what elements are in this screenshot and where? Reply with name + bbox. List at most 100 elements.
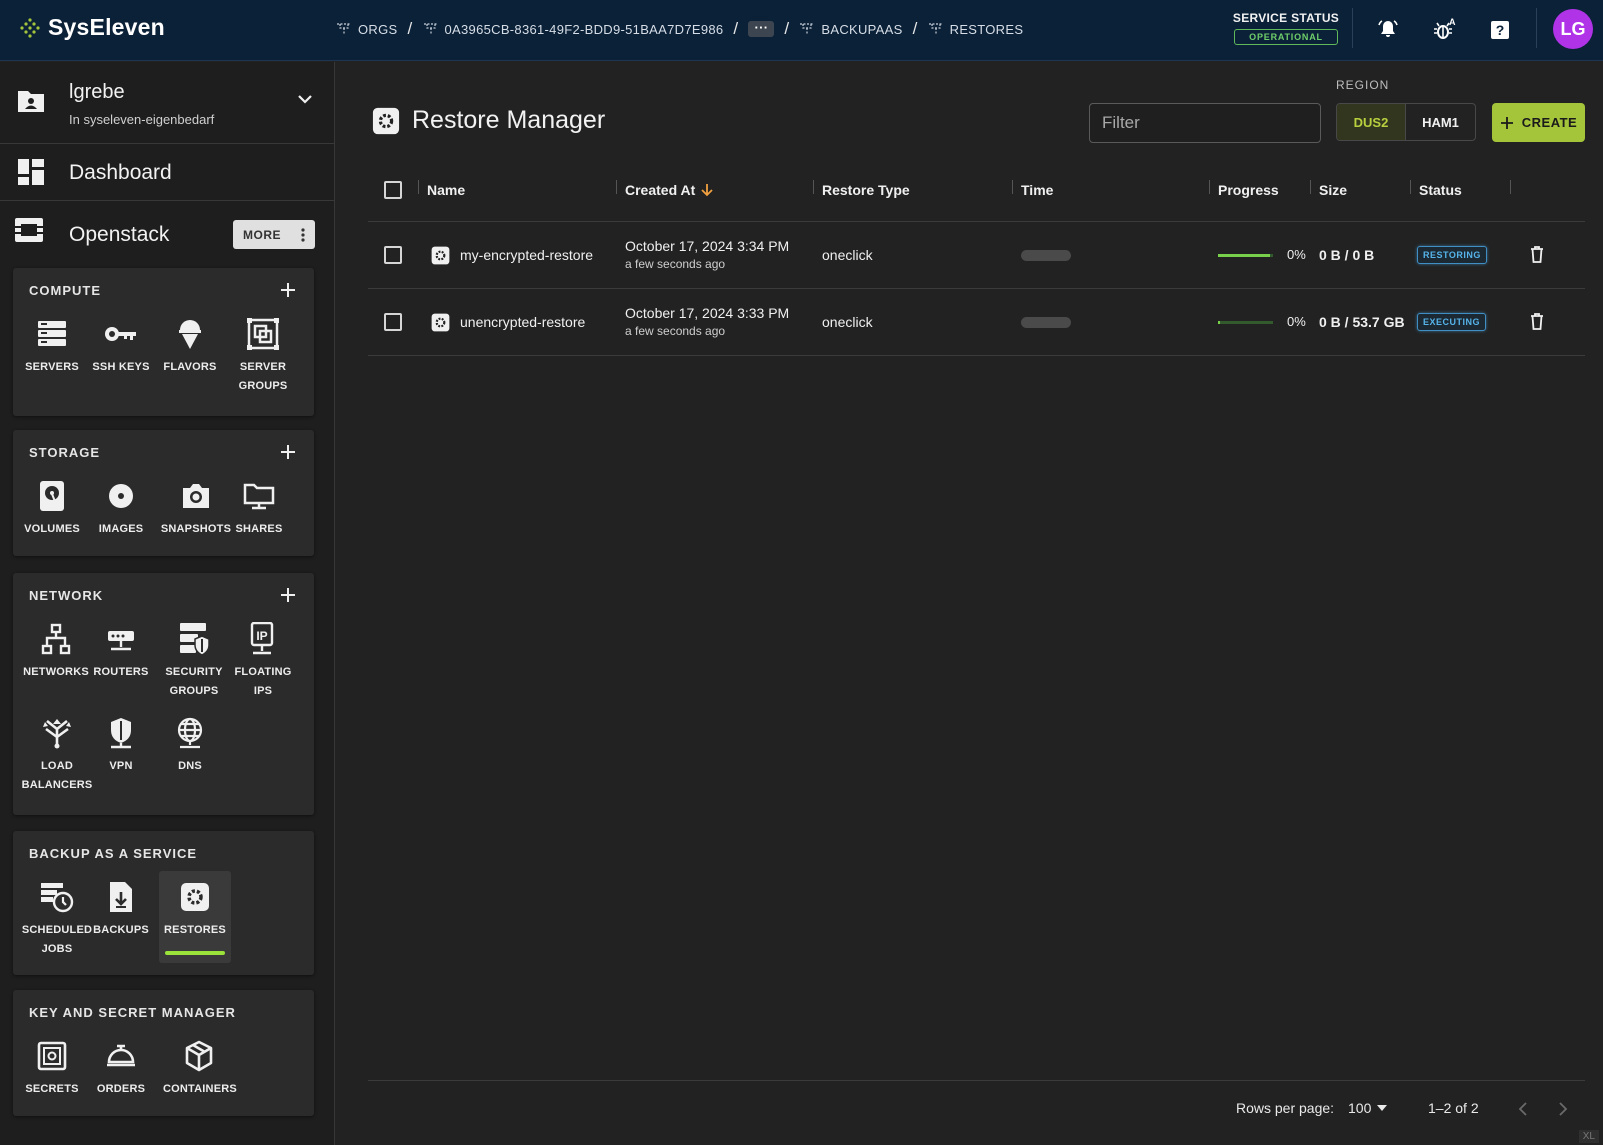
servers-icon — [34, 316, 70, 352]
tile-flavors[interactable]: FLAVORS — [154, 316, 226, 377]
progress-bar — [1218, 321, 1273, 324]
tile-vpn[interactable]: VPN — [85, 715, 157, 776]
user-name: lgrebe — [69, 81, 125, 103]
bug-report-icon[interactable]: A — [1430, 16, 1458, 44]
column-restore-type[interactable]: Restore Type — [822, 182, 910, 198]
tile-server-groups[interactable]: SERVER GROUPS — [227, 316, 299, 396]
column-progress[interactable]: Progress — [1218, 182, 1279, 198]
status-badge: EXECUTING — [1417, 313, 1487, 331]
row-checkbox[interactable] — [384, 246, 402, 264]
server-groups-icon — [245, 316, 281, 352]
created-at: October 17, 2024 3:34 PM a few seconds a… — [625, 238, 790, 271]
sidebar: lgrebe In syseleven-eigenbedarf Dashboar… — [0, 62, 335, 1145]
service-bell-icon — [103, 1038, 139, 1074]
arrow-down-icon — [701, 183, 713, 197]
hard-drive-icon — [34, 478, 70, 514]
notifications-bell-icon[interactable] — [1374, 16, 1402, 44]
tile-load-balancers[interactable]: LOAD BALANCERS — [21, 715, 93, 795]
tile-security-groups[interactable]: SECURITY GROUPS — [158, 621, 230, 701]
globe-icon — [172, 715, 208, 751]
tile-volumes[interactable]: VOLUMES — [16, 478, 88, 539]
add-compute-icon[interactable] — [278, 280, 298, 300]
breadcrumb-restores[interactable]: RESTORES — [928, 22, 1024, 37]
filter-input[interactable] — [1089, 103, 1321, 143]
size-value: 0 B / 0 B — [1319, 247, 1375, 263]
dashboard-icon — [17, 158, 45, 186]
container-box-icon — [181, 1038, 217, 1074]
avatar[interactable]: LG — [1553, 9, 1593, 49]
tile-containers[interactable]: CONTAINERS — [163, 1038, 237, 1099]
network-topology-icon — [38, 621, 74, 657]
more-button[interactable]: MORE — [233, 220, 315, 249]
openstack-label: Openstack — [69, 223, 170, 246]
load-balancer-icon — [39, 715, 75, 751]
tile-orders[interactable]: ORDERS — [85, 1038, 157, 1099]
shared-folder-icon — [241, 478, 277, 514]
tile-shares[interactable]: SHARES — [223, 478, 295, 539]
column-status[interactable]: Status — [1419, 182, 1462, 198]
service-status-badge: OPERATIONAL — [1234, 29, 1338, 45]
breadcrumb-orgs[interactable]: ORGS — [336, 22, 397, 37]
tile-restores[interactable]: RESTORES — [159, 871, 231, 963]
tile-servers[interactable]: SERVERS — [16, 316, 88, 377]
region-ham1-button[interactable]: HAM1 — [1406, 104, 1475, 140]
restore-name[interactable]: unencrypted-restore — [460, 314, 585, 330]
chevron-left-icon[interactable] — [1518, 1102, 1528, 1116]
chevron-right-icon[interactable] — [1558, 1102, 1568, 1116]
tile-snapshots[interactable]: SNAPSHOTS — [160, 478, 232, 539]
status-badge: RESTORING — [1417, 246, 1487, 264]
column-created-at[interactable]: Created At — [625, 182, 713, 198]
tile-backups[interactable]: BACKUPS — [85, 871, 157, 940]
delete-icon[interactable] — [1529, 312, 1545, 330]
tile-networks[interactable]: NETWORKS — [20, 621, 92, 682]
tile-floating-ips[interactable]: IP FLOATING IPS — [227, 621, 299, 701]
plus-icon — [1500, 116, 1514, 130]
create-button[interactable]: CREATE — [1492, 103, 1585, 142]
rows-per-page-select[interactable]: 100 — [1348, 1100, 1388, 1116]
column-time[interactable]: Time — [1021, 182, 1053, 198]
breadcrumb-collapsed[interactable]: ··· — [748, 21, 775, 37]
tile-dns[interactable]: DNS — [154, 715, 226, 776]
folder-user-icon — [16, 88, 46, 114]
table-row[interactable]: my-encrypted-restore October 17, 2024 3:… — [368, 222, 1585, 289]
camera-icon — [178, 478, 214, 514]
restore-gear-icon — [431, 313, 450, 332]
top-bar: SysEleven ORGS / 0A3965CB-8361-49F2-BDD9… — [0, 0, 1603, 61]
help-icon[interactable]: ? — [1486, 16, 1514, 44]
hierarchy-icon — [928, 22, 944, 36]
add-storage-icon[interactable] — [278, 442, 298, 462]
restore-name[interactable]: my-encrypted-restore — [460, 247, 593, 263]
org-switcher[interactable]: lgrebe In syseleven-eigenbedarf — [0, 62, 335, 144]
row-checkbox[interactable] — [384, 313, 402, 331]
tile-ssh-keys[interactable]: SSH KEYS — [85, 316, 157, 377]
service-status[interactable]: SERVICE STATUS OPERATIONAL — [1230, 11, 1342, 45]
settings-gear-icon — [372, 107, 400, 135]
floating-ip-icon: IP — [245, 621, 281, 657]
region-dus2-button[interactable]: DUS2 — [1337, 104, 1406, 140]
created-at: October 17, 2024 3:33 PM a few seconds a… — [625, 305, 790, 338]
select-all-checkbox[interactable] — [384, 181, 402, 199]
sidebar-item-dashboard[interactable]: Dashboard — [0, 145, 335, 201]
table-header: Name Created At Restore Type Time Progre… — [368, 158, 1585, 222]
column-name[interactable]: Name — [427, 182, 465, 198]
restore-gear-icon — [431, 246, 450, 265]
corner-watermark: XL — [1578, 1130, 1599, 1143]
table-row[interactable]: unencrypted-restore October 17, 2024 3:3… — [368, 289, 1585, 356]
delete-icon[interactable] — [1529, 245, 1545, 263]
vpn-shield-icon — [103, 715, 139, 751]
time-placeholder — [1021, 250, 1071, 261]
breadcrumb-org-id[interactable]: 0A3965CB-8361-49F2-BDD9-51BAA7D7E986 — [423, 22, 724, 37]
progress-value: 0% — [1287, 314, 1306, 329]
restore-type: oneclick — [822, 247, 873, 263]
column-size[interactable]: Size — [1319, 182, 1347, 198]
tile-scheduled-jobs[interactable]: SCHEDULED JOBS — [21, 871, 93, 959]
tile-secrets[interactable]: SECRETS — [16, 1038, 88, 1099]
breadcrumb-backupaas[interactable]: BACKUPAAS — [799, 22, 902, 37]
region-selector: DUS2 HAM1 — [1336, 103, 1476, 141]
rows-per-page-label: Rows per page: — [1236, 1100, 1335, 1116]
brand-logo[interactable]: SysEleven — [20, 14, 165, 41]
progress-value: 0% — [1287, 247, 1306, 262]
add-network-icon[interactable] — [278, 585, 298, 605]
tile-images[interactable]: IMAGES — [85, 478, 157, 539]
tile-routers[interactable]: ROUTERS — [85, 621, 157, 682]
